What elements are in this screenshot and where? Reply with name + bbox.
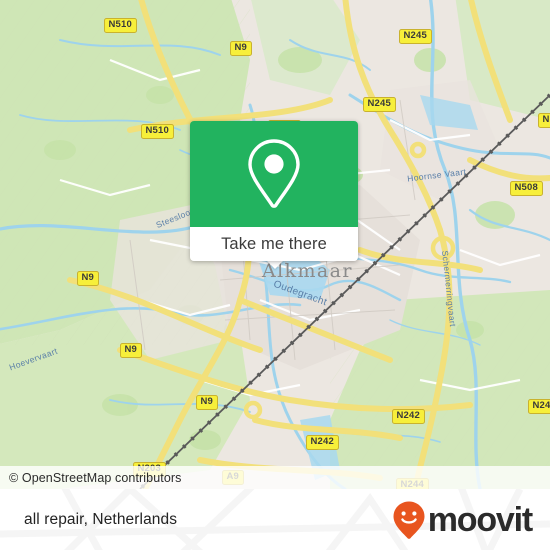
road-shield-n243: N243 bbox=[528, 399, 550, 414]
take-me-there-label: Take me there bbox=[221, 234, 327, 253]
popup-pointer-tail bbox=[266, 260, 284, 269]
road-shield-n9: N9 bbox=[230, 41, 252, 56]
map-attribution-bar: © OpenStreetMap contributors bbox=[0, 466, 550, 489]
attribution-text[interactable]: © OpenStreetMap contributors bbox=[0, 471, 182, 485]
road-shield-n9: N9 bbox=[120, 343, 142, 358]
popup-icon-panel bbox=[190, 121, 358, 227]
destination-popup-card[interactable]: Take me there bbox=[190, 121, 358, 261]
road-shield-n242: N242 bbox=[392, 409, 425, 424]
road-shield-n-partial: N bbox=[538, 113, 550, 128]
road-shield-n9: N9 bbox=[196, 395, 218, 410]
place-title: all repair, Netherlands bbox=[24, 510, 178, 528]
moovit-smiling-pin-icon bbox=[393, 501, 425, 539]
road-shield-n245: N245 bbox=[399, 29, 432, 44]
take-me-there-button[interactable]: Take me there bbox=[190, 227, 358, 261]
footer-bar: all repair, Netherlands moovit bbox=[0, 489, 550, 550]
road-shield-n510: N510 bbox=[104, 18, 137, 33]
road-shield-n242: N242 bbox=[306, 435, 339, 450]
road-shield-n245: N245 bbox=[363, 97, 396, 112]
road-shield-n510: N510 bbox=[141, 124, 174, 139]
location-pin-icon bbox=[248, 139, 300, 208]
road-shield-n9: N9 bbox=[77, 271, 99, 286]
road-shield-n508: N508 bbox=[510, 181, 543, 196]
moovit-wordmark: moovit bbox=[427, 500, 533, 539]
moovit-logo[interactable]: moovit bbox=[392, 489, 533, 550]
